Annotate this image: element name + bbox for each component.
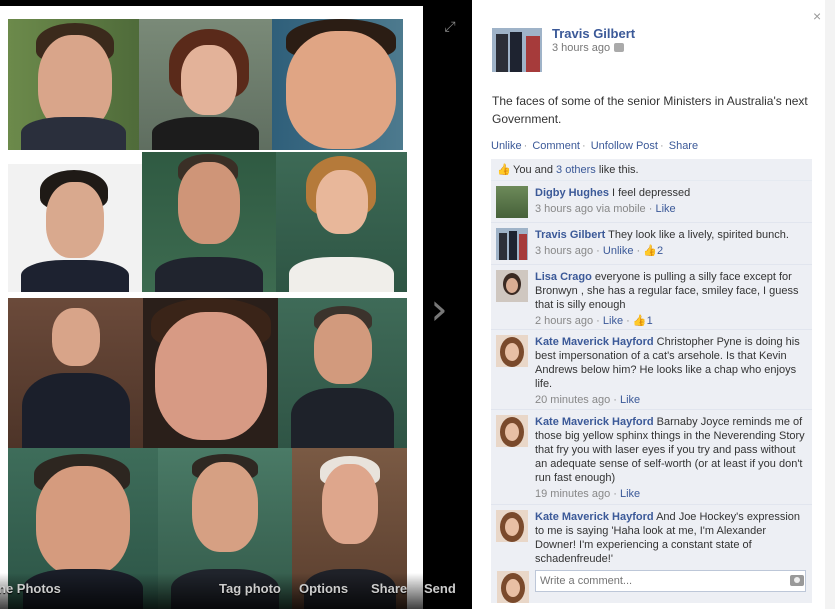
comment-item: Kate Maverick Hayford Christopher Pyne i… [491,330,812,410]
comment-item: Kate Maverick Hayford Barnaby Joyce remi… [491,410,812,505]
share-button[interactable]: Share [371,581,407,596]
friends-privacy-icon [614,43,625,52]
commenter-avatar[interactable] [496,228,528,260]
collage-photo-4 [8,164,142,292]
comment-like-count[interactable]: 👍1 [633,315,653,327]
collage-photo-6 [276,152,407,292]
collage-photo-9 [278,298,407,448]
likers-link[interactable]: 3 others [556,164,596,176]
unlike-link[interactable]: Unlike [491,140,522,152]
comment-like-link[interactable]: Like [655,203,675,215]
collage-photo-7 [8,298,143,448]
post-caption: The faces of some of the senior Minister… [492,94,808,126]
comment-like-link[interactable]: Like [603,315,623,327]
scrollbar[interactable] [825,0,835,609]
comment-time[interactable]: 20 minutes ago [535,394,610,406]
tag-photo-button[interactable]: Tag photo [219,581,281,596]
photo-sidebar: × Travis Gilbert 3 hours ago The faces o… [472,0,835,609]
commenter-avatar[interactable] [496,335,528,367]
photo-viewer: ⤢ › ne Photos Tag photo Options Share Se… [0,0,835,609]
comment-time[interactable]: 3 hours ago via mobile [535,203,646,215]
comment-input[interactable] [535,570,806,592]
commenter-name[interactable]: Lisa Crago [535,271,592,283]
commenter-avatar[interactable] [496,510,528,542]
comments-panel: 👍 You and 3 others like this. Digby Hughe… [491,159,812,565]
collage-photo-2 [139,19,272,150]
comment-time[interactable]: 3 hours ago [535,245,593,257]
collage-photo-1 [8,19,139,150]
post-actions: Unlike · Comment · Unfollow Post · Share [491,140,699,152]
commenter-name[interactable]: Travis Gilbert [535,229,605,241]
comment-composer [491,563,812,603]
comment-time[interactable]: 19 minutes ago [535,488,610,500]
photo-collage[interactable] [0,6,423,609]
comment-item: Digby Hughes I feel depressed 3 hours ag… [491,181,812,223]
photos-link[interactable]: ne Photos [0,581,61,596]
comment-link[interactable]: Comment [532,140,580,152]
thumbs-up-icon: 👍 [643,245,657,257]
expand-icon[interactable]: ⤢ [442,18,458,34]
comment-unlike-link[interactable]: Unlike [603,245,634,257]
comment-item: Lisa Crago everyone is pulling a silly f… [491,265,812,330]
next-photo-button[interactable]: › [423,280,455,340]
photo-stage: ⤢ › ne Photos Tag photo Options Share Se… [0,0,472,609]
collage-photo-3 [272,19,403,150]
comment-text: They look like a lively, spirited bunch. [608,229,789,241]
collage-photo-5 [142,152,276,292]
camera-icon[interactable] [790,575,804,586]
close-icon[interactable]: × [813,9,825,23]
collage-photo-8 [143,298,278,448]
owner-avatar[interactable] [492,28,542,72]
my-avatar [497,571,529,603]
thumbs-up-icon: 👍 [632,315,647,327]
comment-item: Travis Gilbert They look like a lively, … [491,223,812,265]
share-link[interactable]: Share [669,140,698,152]
comment-like-count[interactable]: 👍2 [643,245,663,257]
commenter-avatar[interactable] [496,415,528,447]
post-owner-name[interactable]: Travis Gilbert [552,26,635,41]
commenter-avatar[interactable] [496,186,528,218]
post-timestamp[interactable]: 3 hours ago [552,42,625,54]
likes-summary: 👍 You and 3 others like this. [491,159,812,181]
commenter-name[interactable]: Kate Maverick Hayford [535,416,654,428]
comment-like-link[interactable]: Like [620,488,640,500]
comment-item: Kate Maverick Hayford And Joe Hockey's e… [491,505,812,565]
comment-like-link[interactable]: Like [620,394,640,406]
photo-toolbar: ne Photos Tag photo Options Share Send [0,573,472,609]
send-button[interactable]: Send [424,581,456,596]
commenter-name[interactable]: Kate Maverick Hayford [535,336,654,348]
comment-text: I feel depressed [612,187,691,199]
unfollow-post-link[interactable]: Unfollow Post [591,140,658,152]
commenter-avatar[interactable] [496,270,528,302]
commenter-name[interactable]: Digby Hughes [535,187,609,199]
comment-time[interactable]: 2 hours ago [535,315,593,327]
commenter-name[interactable]: Kate Maverick Hayford [535,511,654,523]
options-button[interactable]: Options [299,581,348,596]
thumbs-up-icon: 👍 [497,164,511,176]
